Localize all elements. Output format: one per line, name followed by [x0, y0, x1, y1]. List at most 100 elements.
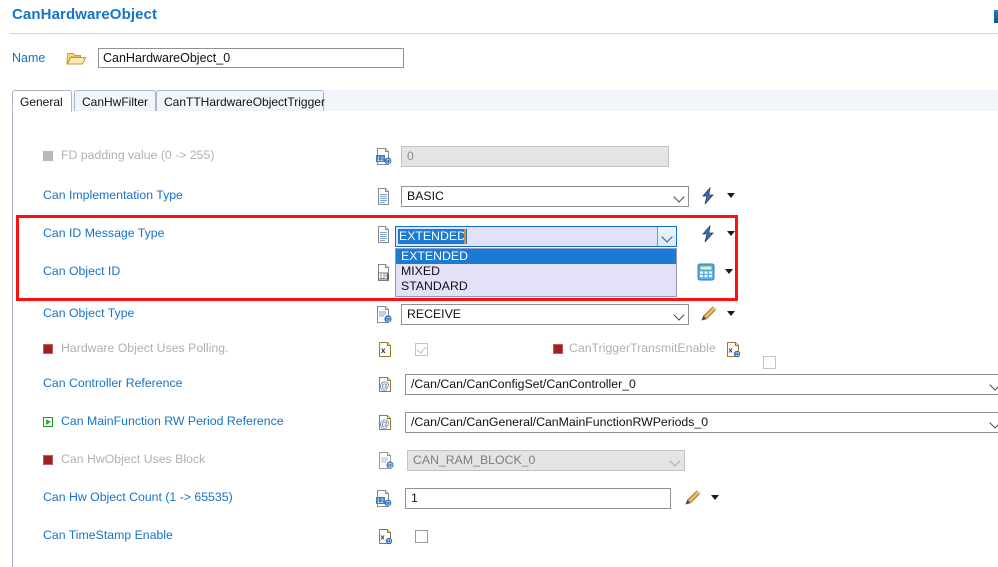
document-icon: [375, 187, 393, 206]
gray-square-marker-icon: [43, 151, 53, 161]
can-hw-object-count-input[interactable]: 1: [405, 488, 671, 509]
blue-arrow-icon: [702, 225, 714, 243]
header-divider: [10, 33, 998, 34]
app-root: CanHardwareObject Name General CanHwFilt…: [0, 0, 998, 567]
svg-text:D: D: [386, 159, 391, 165]
can-object-id-action[interactable]: [697, 263, 733, 281]
can-mainfunction-rw-period-reference-combobox[interactable]: /Can/Can/CanGeneral/CanMainFunctionRWPer…: [405, 412, 998, 433]
can-implementation-type-combobox[interactable]: BASIC: [401, 186, 689, 207]
can-id-message-type-dropdown-list[interactable]: EXTENDED MIXED STANDARD: [395, 248, 677, 297]
row-label: Can TimeStamp Enable: [43, 528, 173, 542]
chevron-down-icon: [673, 308, 685, 321]
chevron-down-icon: [669, 454, 681, 467]
pencil-icon: [685, 490, 701, 505]
fd-padding-value-input: 0: [401, 146, 669, 167]
svg-text:D: D: [735, 352, 739, 358]
folder-open-icon[interactable]: [66, 50, 88, 66]
tab-canttharwareobjecttrigger[interactable]: CanTTHardwareObjectTrigger: [156, 90, 325, 112]
chevron-down-icon: [661, 231, 673, 243]
document-d-icon: D: [377, 451, 395, 470]
row-fd-padding-value: FD padding value (0 -> 255) 12 D 0: [13, 144, 998, 170]
name-input[interactable]: [98, 48, 404, 68]
combobox-toggle-button[interactable]: [657, 227, 676, 246]
document-icon: [375, 225, 393, 244]
at-document-icon: @: [377, 413, 395, 432]
svg-text:123: 123: [379, 275, 390, 281]
text-caret: [464, 229, 466, 244]
can-id-message-type-combobox-open[interactable]: EXTENDED: [395, 226, 677, 247]
row-label: FD padding value (0 -> 255): [61, 148, 215, 162]
pencil-icon: [701, 306, 717, 321]
row-can-hwobject-uses-block: Can HwObject Uses Block D CAN_RAM_BLOCK_…: [13, 448, 998, 474]
at-document-icon: @: [377, 375, 395, 394]
page-header: CanHardwareObject: [0, 0, 998, 32]
can-implementation-type-action[interactable]: [699, 187, 735, 205]
svg-text:D: D: [388, 463, 393, 469]
page-title: CanHardwareObject: [12, 6, 158, 23]
row-can-object-type: Can Object Type D RECEIVE: [13, 302, 998, 328]
dropdown-option-extended[interactable]: EXTENDED: [396, 249, 676, 264]
can-hw-object-count-action[interactable]: [683, 489, 719, 507]
tab-canhwfilter[interactable]: CanHwFilter: [74, 90, 156, 112]
dropdown-caret-icon[interactable]: [727, 193, 735, 198]
red-square-marker-icon: [553, 344, 563, 354]
green-play-marker-icon: [43, 417, 53, 427]
tab-strip: General CanHwFilter CanTTHardwareObjectT…: [12, 90, 998, 112]
red-square-marker-icon: [43, 344, 53, 354]
tab-general-label: General: [20, 95, 63, 109]
numeric-document-icon: 12 D: [375, 147, 393, 166]
can-id-message-type-action[interactable]: [699, 225, 735, 243]
dropdown-caret-icon[interactable]: [725, 269, 733, 274]
row-label: Can HwObject Uses Block: [61, 452, 206, 466]
row-label: Can Hw Object Count (1 -> 65535): [43, 490, 233, 504]
dropdown-caret-icon[interactable]: [727, 231, 735, 236]
svg-text:@: @: [379, 381, 389, 392]
can-controller-reference-combobox[interactable]: /Can/Can/CanConfigSet/CanController_0: [405, 374, 998, 395]
row-label: Can Object Type: [43, 306, 135, 320]
can-implementation-type-value: BASIC: [407, 189, 444, 203]
tab-canttharwareobjecttrigger-label: CanTTHardwareObjectTrigger: [164, 95, 325, 109]
dropdown-option-mixed[interactable]: MIXED: [396, 264, 676, 279]
tab-canhwfilter-label: CanHwFilter: [82, 95, 149, 109]
chevron-down-icon: [989, 378, 998, 391]
can-controller-reference-value: /Can/Can/CanConfigSet/CanController_0: [411, 377, 636, 391]
chevron-down-icon: [673, 190, 685, 203]
row-can-mainfunction-rw-period-reference: Can MainFunction RW Period Reference @ /…: [13, 410, 998, 436]
row-label: Can Implementation Type: [43, 188, 183, 202]
can-trigger-transmit-enable-label: CanTriggerTransmitEnable: [569, 341, 716, 355]
svg-text:12: 12: [377, 157, 384, 163]
row-label: Can Object ID: [43, 264, 121, 278]
svg-text:12: 12: [377, 499, 384, 505]
can-trigger-transmit-enable-checkbox[interactable]: [763, 356, 776, 369]
dropdown-caret-icon[interactable]: [711, 495, 719, 500]
svg-text:D: D: [387, 539, 391, 545]
svg-text:D: D: [386, 317, 391, 323]
edge-partial-icon: [994, 10, 998, 23]
can-object-type-combobox[interactable]: RECEIVE: [401, 304, 689, 325]
tab-general[interactable]: General: [12, 90, 72, 112]
row-label: Can Controller Reference: [43, 376, 183, 390]
row-hardware-object-uses-polling: Hardware Object Uses Polling. x CanTrigg…: [13, 337, 998, 369]
red-square-marker-icon: [43, 455, 53, 465]
name-label: Name: [12, 51, 46, 65]
can-object-type-action[interactable]: [699, 305, 735, 323]
numeric-document-icon: 123: [375, 263, 393, 282]
numeric-document-icon: 12 D: [375, 489, 393, 508]
dropdown-caret-icon[interactable]: [727, 311, 735, 316]
can-hwobject-uses-block-combobox: CAN_RAM_BLOCK_0: [407, 450, 685, 471]
row-label: Can MainFunction RW Period Reference: [61, 414, 284, 428]
dropdown-option-standard[interactable]: STANDARD: [396, 279, 676, 294]
name-row: Name: [0, 44, 998, 72]
svg-text:@: @: [379, 419, 389, 430]
blue-arrow-icon: [702, 187, 714, 205]
x-document-icon: x D: [377, 527, 395, 546]
hardware-object-uses-polling-checkbox: [415, 343, 428, 356]
can-timestamp-enable-checkbox[interactable]: [415, 530, 428, 543]
x-document-icon: x D: [725, 340, 743, 359]
chevron-down-icon: [989, 416, 998, 429]
row-can-hw-object-count: Can Hw Object Count (1 -> 65535) 12 D 1: [13, 486, 998, 512]
row-can-timestamp-enable: Can TimeStamp Enable x D: [13, 524, 998, 550]
document-d-icon: D: [375, 305, 393, 324]
row-label: Can ID Message Type: [43, 226, 165, 240]
can-mainfunction-rw-period-reference-value: /Can/Can/CanGeneral/CanMainFunctionRWPer…: [411, 415, 709, 429]
